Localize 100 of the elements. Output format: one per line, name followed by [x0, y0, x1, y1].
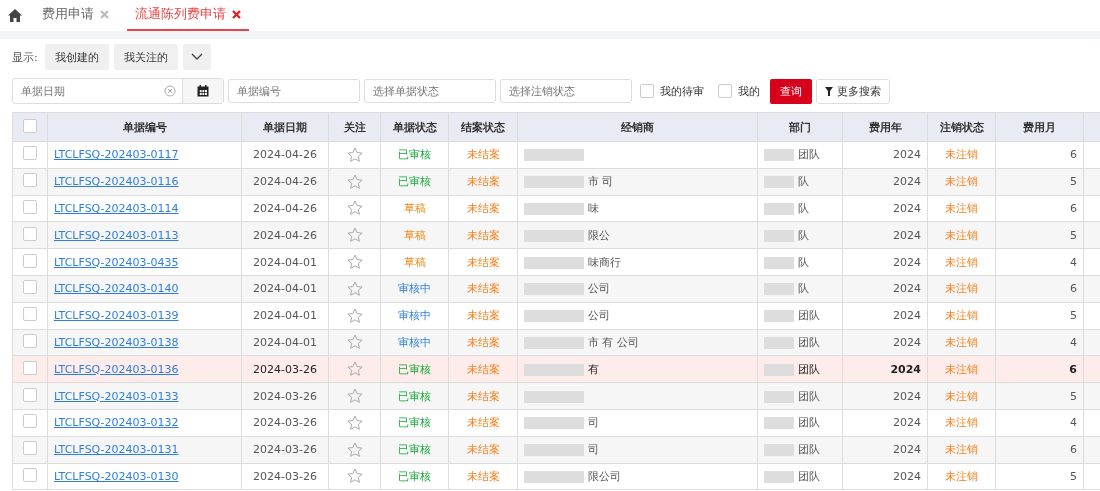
- checkbox[interactable]: [23, 441, 37, 456]
- checkbox[interactable]: [718, 84, 732, 98]
- select-field[interactable]: 选择注销状态: [500, 79, 632, 103]
- filter-icon: [825, 86, 833, 96]
- checkbox[interactable]: [23, 173, 37, 188]
- date-field[interactable]: 单据日期: [13, 79, 164, 103]
- table-cell: 2024: [842, 355, 928, 383]
- table-cell: 2024-04-01: [241, 302, 329, 330]
- blurred-text: [524, 363, 584, 376]
- status-cell: 已审核: [380, 355, 449, 383]
- table-cell: 4: [995, 409, 1084, 437]
- filter-option[interactable]: 我关注的: [113, 44, 178, 70]
- table-cell: 2024: [842, 141, 928, 169]
- star-icon[interactable]: [346, 334, 363, 351]
- table-cell: 5: [995, 168, 1084, 196]
- star-icon[interactable]: [346, 173, 363, 190]
- display-label: 显示:: [12, 49, 38, 65]
- checkbox[interactable]: [23, 253, 37, 268]
- blurred-text: [764, 470, 794, 483]
- blurred-text: [764, 203, 794, 215]
- checkbox[interactable]: [23, 387, 37, 402]
- status-cell: 未注销: [927, 382, 996, 410]
- input-field[interactable]: 单据编号: [228, 79, 360, 103]
- star-icon[interactable]: [346, 468, 363, 485]
- table-cell: 2024: [842, 436, 928, 464]
- table-cell: 2024-04-26: [241, 141, 329, 169]
- column-header: 费用月: [995, 112, 1084, 142]
- table-cell: 公司: [588, 282, 610, 296]
- star-icon[interactable]: [346, 254, 363, 271]
- blurred-text: [524, 283, 584, 296]
- checkbox[interactable]: [23, 118, 37, 133]
- checkbox[interactable]: [23, 467, 37, 482]
- star-icon[interactable]: [346, 441, 363, 458]
- checkbox-label: 我的待审: [660, 83, 704, 99]
- checkbox[interactable]: [23, 280, 37, 295]
- blurred-text: [764, 444, 794, 457]
- checkbox[interactable]: [23, 307, 37, 322]
- status-cell: 未结案: [448, 221, 518, 249]
- status-cell: 未注销: [927, 168, 996, 196]
- status-cell: 未结案: [448, 463, 518, 490]
- status-cell: 已审核: [380, 463, 449, 490]
- checkbox[interactable]: [23, 360, 37, 375]
- status-cell: 未注销: [927, 355, 996, 383]
- table-cell: 2024: [842, 409, 928, 437]
- checkbox-label: 我的: [738, 83, 760, 99]
- table-cell: 2024-04-01: [241, 248, 329, 276]
- status-cell: 未结案: [448, 275, 518, 303]
- dropdown-button[interactable]: [182, 44, 211, 70]
- status-cell: 审核中: [380, 302, 449, 330]
- clear-icon[interactable]: [164, 85, 176, 97]
- blurred-text: [524, 229, 584, 242]
- table-cell: 2024-04-26: [241, 168, 329, 196]
- checkbox[interactable]: [23, 200, 37, 214]
- table-cell: 团队: [798, 416, 820, 430]
- star-icon[interactable]: [346, 146, 363, 163]
- blurred-text: [524, 417, 584, 430]
- more-search-button[interactable]: 更多搜索: [816, 78, 890, 104]
- status-cell: 已审核: [380, 141, 449, 169]
- star-icon[interactable]: [346, 227, 363, 244]
- column-header: 经销商: [517, 112, 758, 142]
- star-icon[interactable]: [346, 200, 363, 217]
- star-icon[interactable]: [346, 414, 363, 431]
- date-picker[interactable]: 单据日期: [12, 78, 224, 104]
- checkbox[interactable]: [23, 333, 37, 348]
- close-icon[interactable]: [232, 10, 241, 19]
- table-cell: 2024: [842, 248, 928, 276]
- table-cell: 4: [995, 329, 1084, 356]
- filter-option[interactable]: 我创建的: [44, 44, 109, 70]
- status-cell: 草稿: [380, 221, 449, 249]
- blurred-text: [524, 390, 584, 403]
- blurred-text: [764, 176, 794, 189]
- star-icon[interactable]: [346, 388, 363, 405]
- status-cell: 审核中: [380, 329, 449, 356]
- checkbox[interactable]: [23, 146, 37, 161]
- column-header: 关注: [328, 112, 381, 142]
- blurred-text: [524, 444, 584, 457]
- home-icon[interactable]: [8, 9, 22, 22]
- star-icon[interactable]: [346, 361, 363, 378]
- column-header: 注销状态: [927, 112, 996, 142]
- checkbox[interactable]: [23, 414, 37, 429]
- status-cell: 未注销: [927, 195, 996, 222]
- status-cell: 未结案: [448, 195, 518, 222]
- star-icon[interactable]: [346, 307, 363, 324]
- table-cell: 团队: [798, 335, 820, 349]
- blurred-text: [524, 310, 584, 323]
- table-cell: 5: [995, 302, 1084, 330]
- status-cell: 未注销: [927, 463, 996, 490]
- blurred-text: [764, 256, 794, 269]
- checkbox[interactable]: [640, 84, 654, 98]
- checkbox[interactable]: [23, 226, 37, 241]
- column-header: 部门: [757, 112, 843, 142]
- tab[interactable]: 费用申请: [34, 0, 117, 31]
- calendar-button[interactable]: [182, 79, 223, 103]
- blurred-text: [764, 390, 794, 403]
- table-cell: 团队: [798, 148, 820, 162]
- status-cell: 未注销: [927, 409, 996, 437]
- select-field[interactable]: 选择单据状态: [364, 79, 496, 103]
- table-cell: 2024: [842, 195, 928, 222]
- star-icon[interactable]: [346, 280, 363, 297]
- query-button[interactable]: 查询: [770, 78, 812, 104]
